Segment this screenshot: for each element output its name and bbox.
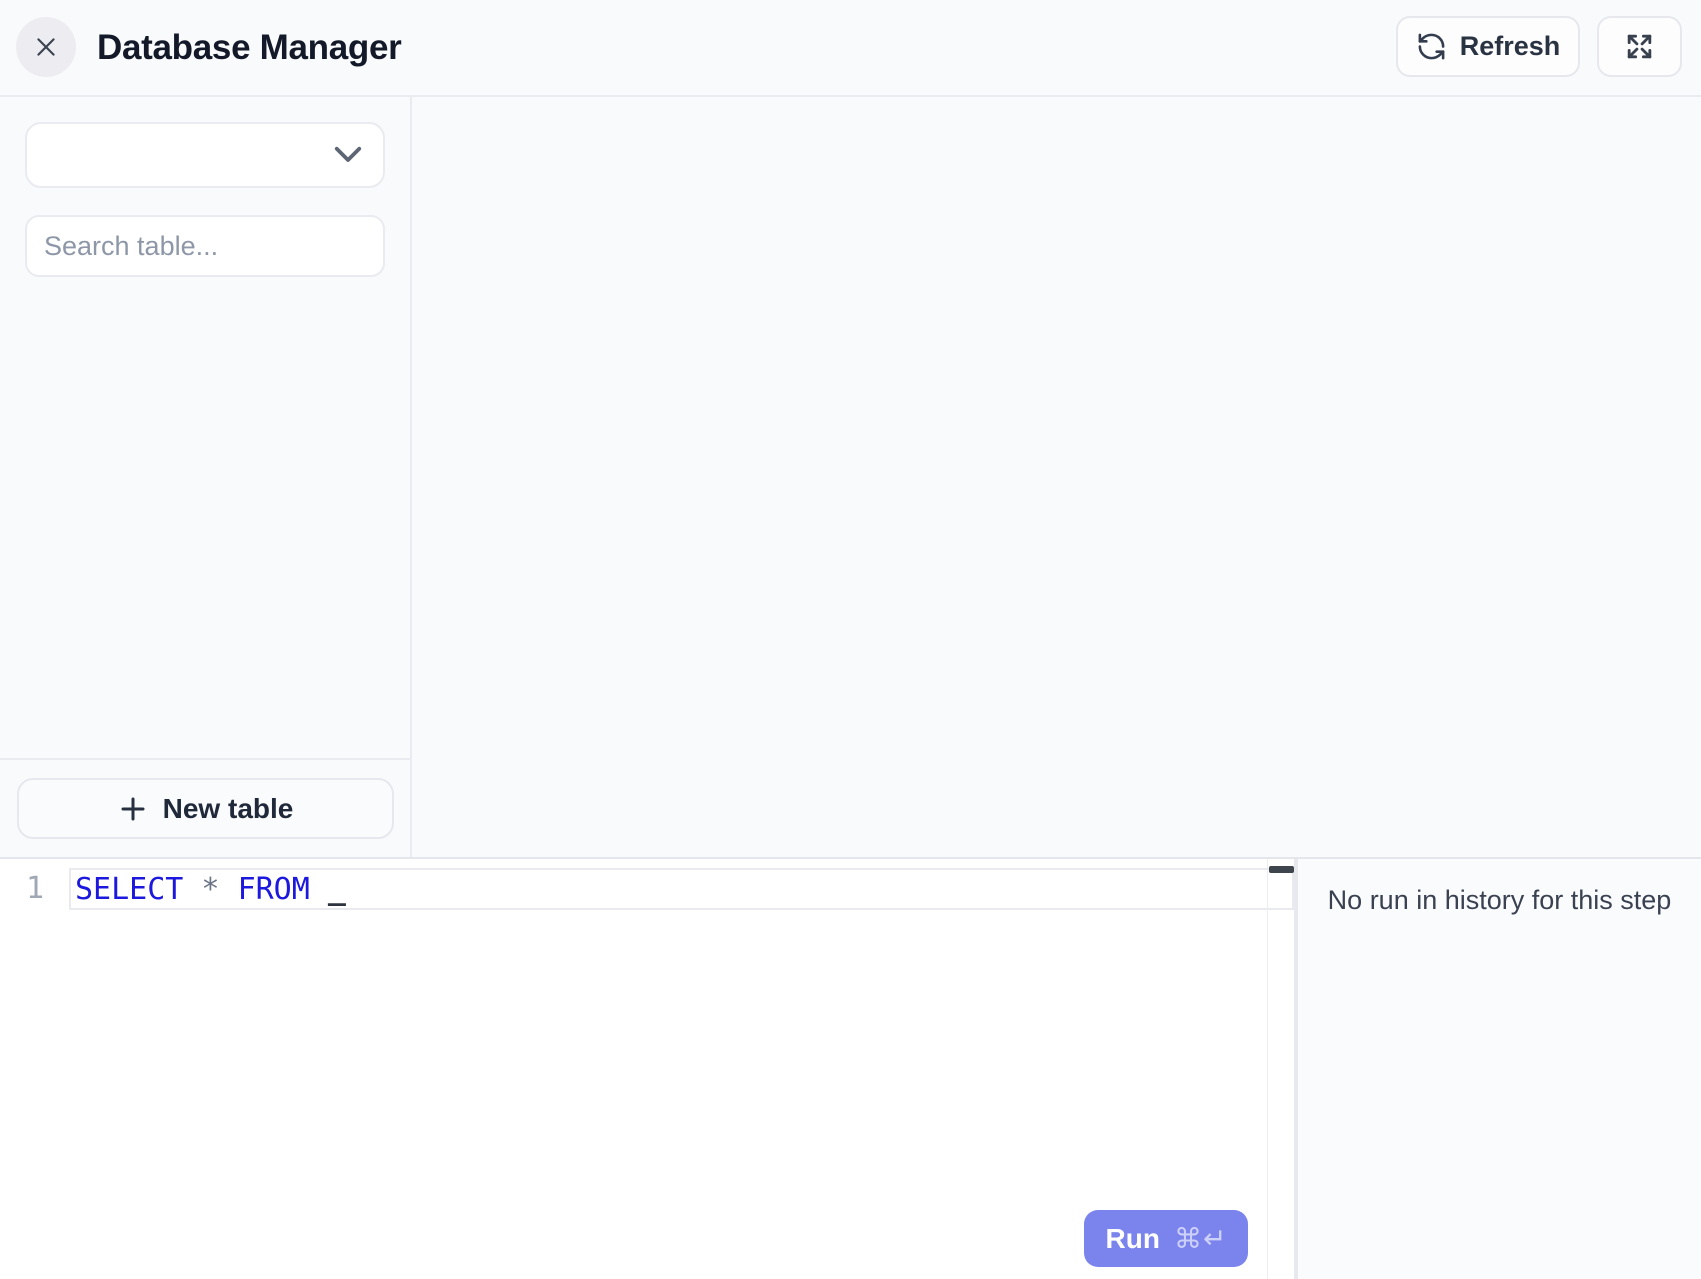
run-button[interactable]: Run ⌘ ↵ (1084, 1210, 1248, 1267)
sidebar-footer: New table (0, 758, 410, 857)
refresh-icon (1416, 31, 1447, 62)
sql-token-keyword: FROM (238, 872, 310, 907)
run-history-empty-message: No run in history for this step (1298, 885, 1701, 916)
plus-icon (118, 794, 148, 824)
database-manager-window: Database Manager Refresh (0, 0, 1701, 1279)
database-select-dropdown[interactable] (25, 122, 385, 188)
page-title: Database Manager (97, 0, 402, 95)
editor-active-line[interactable]: SELECT * FROM _ (69, 868, 1294, 910)
header-actions: Refresh (1396, 16, 1682, 77)
header-bar: Database Manager Refresh (0, 0, 1701, 97)
run-history-panel: No run in history for this step (1298, 859, 1701, 1279)
chevron-down-icon (333, 146, 363, 164)
close-button[interactable] (16, 17, 76, 77)
sql-editor[interactable]: 1 SELECT * FROM _ Run ⌘ ↵ (0, 859, 1294, 1279)
editor-cursor: _ (310, 872, 346, 907)
refresh-button[interactable]: Refresh (1396, 16, 1580, 77)
main-canvas (414, 97, 1701, 857)
refresh-button-label: Refresh (1460, 31, 1561, 62)
editor-line-number: 1 (0, 868, 54, 910)
sql-token-operator: * (183, 872, 237, 907)
editor-scrollbar-track[interactable] (1267, 859, 1294, 1279)
run-shortcut: ⌘ ↵ (1174, 1222, 1226, 1255)
close-icon (33, 34, 59, 60)
run-button-label: Run (1106, 1223, 1160, 1255)
table-search-input[interactable] (25, 215, 385, 277)
sql-token-keyword: SELECT (75, 872, 183, 907)
new-table-button[interactable]: New table (17, 778, 394, 839)
expand-icon (1624, 31, 1655, 62)
command-key-icon: ⌘ (1174, 1222, 1202, 1255)
editor-scrollbar-thumb[interactable] (1269, 866, 1294, 873)
return-key-icon: ↵ (1203, 1222, 1226, 1255)
new-table-button-label: New table (163, 793, 294, 825)
sidebar: New table (0, 97, 412, 857)
table-search (25, 215, 385, 277)
expand-button[interactable] (1597, 16, 1682, 77)
